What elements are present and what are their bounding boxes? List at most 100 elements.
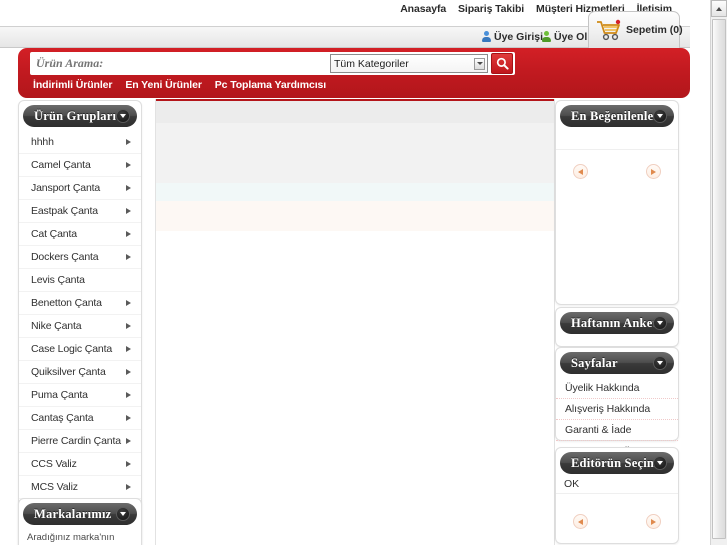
product-group-item[interactable]: Cat Çanta	[19, 223, 141, 246]
chevron-right-icon	[126, 415, 131, 421]
product-group-label: Eastpak Çanta	[31, 205, 98, 217]
carousel-prev-button[interactable]	[573, 514, 588, 529]
chevron-right-icon	[126, 139, 131, 145]
content-band-3	[156, 183, 554, 201]
panel-most-liked: En Beğenilenler	[555, 100, 679, 305]
register-link[interactable]: Üye Ol	[542, 31, 587, 43]
login-link[interactable]: Üye Girişi	[482, 31, 543, 43]
chevron-down-icon[interactable]	[653, 356, 667, 370]
sub-links: İndirimli Ürünler En Yeni Ürünler Pc Top…	[33, 79, 336, 91]
search-band: Tüm Kategoriler İndirimli Ürünler En Yen…	[18, 48, 690, 101]
shopping-cart-icon	[597, 19, 621, 41]
cart-tab[interactable]: Sepetim (0)	[588, 11, 683, 48]
brands-description: Aradığınız marka'nın ürünlerine daha hız…	[27, 532, 115, 543]
panel-pages-header: Sayfalar	[560, 352, 674, 374]
register-label: Üye Ol	[554, 31, 588, 43]
panel-brands-title: Markalarımız	[34, 506, 112, 521]
chevron-down-icon[interactable]	[116, 507, 130, 521]
search-button[interactable]	[491, 53, 513, 74]
product-group-label: Puma Çanta	[31, 389, 88, 401]
chevron-down-icon	[474, 57, 485, 70]
nav-siparis-takibi[interactable]: Sipariş Takibi	[458, 3, 524, 15]
main-content-column	[155, 99, 555, 545]
most-liked-carousel	[556, 149, 678, 199]
panel-weekly-poll: Haftanın Anketi	[555, 307, 679, 347]
product-group-item[interactable]: Benetton Çanta	[19, 292, 141, 315]
product-group-label: Quiksilver Çanta	[31, 366, 106, 378]
carousel-next-button[interactable]	[646, 514, 661, 529]
product-group-item[interactable]: MCS Valiz	[19, 476, 141, 499]
panel-editor-pick-title: Editörün Seçimi	[571, 455, 662, 470]
nav-anasayfa[interactable]: Anasayfa	[400, 3, 446, 15]
product-group-label: MCS Valiz	[31, 481, 78, 493]
browser-scrollbar[interactable]	[710, 0, 727, 545]
chevron-down-icon[interactable]	[653, 316, 667, 330]
scrollbar-thumb[interactable]	[712, 19, 726, 539]
category-select-wrapper: Tüm Kategoriler	[330, 54, 491, 74]
product-group-item[interactable]: Nike Çanta	[19, 315, 141, 338]
product-group-item[interactable]: Dockers Çanta	[19, 246, 141, 269]
panel-pages-title: Sayfalar	[571, 355, 618, 370]
product-group-item[interactable]: Levis Çanta	[19, 269, 141, 292]
panel-product-groups-header: Ürün Grupları	[23, 105, 137, 127]
page-link-item[interactable]: Alışveriş Hakkında	[556, 399, 678, 420]
product-group-label: Case Logic Çanta	[31, 343, 113, 355]
content-band-4	[156, 201, 554, 231]
carousel-prev-button[interactable]	[573, 164, 588, 179]
product-group-label: Cat Çanta	[31, 228, 77, 240]
product-group-label: Levis Çanta	[31, 274, 85, 286]
panel-editor-pick: Editörün Seçimi OK	[555, 447, 679, 544]
chevron-down-icon[interactable]	[653, 109, 667, 123]
sublink-pc-toplama-yardimcisi[interactable]: Pc Toplama Yardımcısı	[215, 79, 326, 91]
panel-brands-header: Markalarımız	[23, 503, 137, 525]
editor-pick-item[interactable]: OK	[556, 474, 678, 494]
panel-product-groups: Ürün Grupları hhhh Camel Çanta Jansport Ça…	[18, 100, 142, 545]
login-label: Üye Girişi	[494, 31, 544, 43]
editor-pick-carousel	[556, 500, 678, 545]
product-group-item[interactable]: CCS Valiz	[19, 453, 141, 476]
product-group-item[interactable]: hhhh	[19, 131, 141, 154]
chevron-right-icon	[126, 369, 131, 375]
chevron-right-icon	[126, 392, 131, 398]
chevron-right-icon	[126, 162, 131, 168]
product-group-item[interactable]: Eastpak Çanta	[19, 200, 141, 223]
product-group-item[interactable]: Case Logic Çanta	[19, 338, 141, 361]
product-group-item[interactable]: Camel Çanta	[19, 154, 141, 177]
chevron-right-icon	[126, 461, 131, 467]
search-input[interactable]	[32, 54, 330, 73]
chevron-right-icon	[126, 484, 131, 490]
category-select[interactable]: Tüm Kategoriler	[330, 54, 488, 74]
scroll-up-button[interactable]	[711, 0, 727, 17]
product-group-item[interactable]: Pierre Cardin Çanta	[19, 430, 141, 453]
page-link-item[interactable]: Garanti & İade	[556, 420, 678, 441]
product-group-item[interactable]: Quiksilver Çanta	[19, 361, 141, 384]
product-group-item[interactable]: Jansport Çanta	[19, 177, 141, 200]
account-strip: Üye Girişi Üye Ol	[0, 26, 690, 48]
sublink-en-yeni-urunler[interactable]: En Yeni Ürünler	[125, 79, 202, 91]
product-group-item[interactable]: Cantaş Çanta	[19, 407, 141, 430]
product-group-label: Camel Çanta	[31, 159, 91, 171]
chevron-down-icon[interactable]	[116, 109, 130, 123]
product-group-label: Dockers Çanta	[31, 251, 99, 263]
product-group-label: Benetton Çanta	[31, 297, 102, 309]
sublink-indirimli-urunler[interactable]: İndirimli Ürünler	[33, 79, 113, 91]
product-group-item[interactable]: Puma Çanta	[19, 384, 141, 407]
panel-pages: Sayfalar Üyelik Hakkında Alışveriş Hakkın…	[555, 347, 679, 457]
page-root: Anasayfa Sipariş Takibi Müşteri Hizmetle…	[0, 0, 727, 545]
panel-most-liked-header: En Beğenilenler	[560, 105, 674, 127]
chevron-right-icon	[126, 231, 131, 237]
chevron-right-icon	[126, 300, 131, 306]
content-band-1	[156, 101, 554, 123]
carousel-next-button[interactable]	[646, 164, 661, 179]
page-link-item[interactable]: Üyelik Hakkında	[556, 378, 678, 399]
panel-editor-pick-header: Editörün Seçimi	[560, 452, 674, 474]
panel-weekly-poll-title: Haftanın Anketi	[571, 315, 661, 330]
product-group-label: Jansport Çanta	[31, 182, 101, 194]
product-group-label: Pierre Cardin Çanta	[31, 435, 121, 447]
product-group-label: Nike Çanta	[31, 320, 82, 332]
chevron-right-icon	[126, 346, 131, 352]
cart-label: Sepetim (0)	[626, 24, 683, 36]
chevron-down-icon[interactable]	[653, 456, 667, 470]
product-group-label: hhhh	[31, 136, 54, 148]
search-icon	[496, 57, 509, 70]
